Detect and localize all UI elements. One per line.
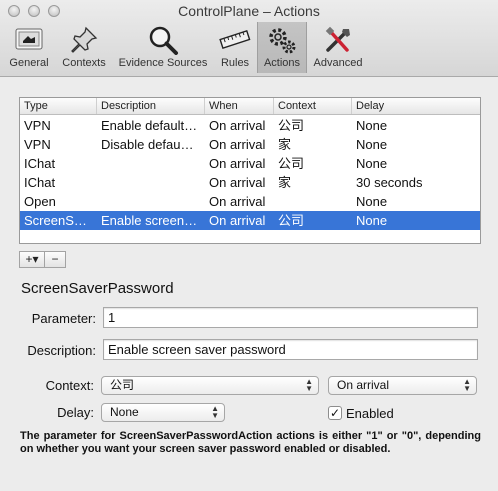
toolbar-contexts[interactable]: Contexts	[58, 22, 110, 73]
column-header-description[interactable]: Description	[97, 98, 205, 114]
toolbar-evidence-label: Evidence Sources	[118, 57, 208, 69]
preferences-window: ControlPlane – Actions General Contexts	[0, 0, 498, 491]
toolbar-general[interactable]: General	[6, 22, 52, 73]
cell-context	[274, 192, 352, 211]
cell-type: ScreenS…	[24, 213, 87, 228]
description-field[interactable]: Enable screen saver password	[103, 339, 478, 360]
cell-context: 家	[278, 137, 292, 152]
pushpin-icon	[71, 26, 98, 53]
cell-context: 家	[278, 175, 292, 190]
context-popup-value: 公司	[110, 378, 135, 392]
cell-type: VPN	[24, 118, 51, 133]
cell-delay: 30 seconds	[356, 175, 423, 190]
add-action-button[interactable]: +▾	[19, 251, 44, 268]
preferences-toolbar: General Contexts Evidence Sources Rules …	[0, 22, 498, 74]
cell-description	[97, 192, 205, 211]
when-popup[interactable]: On arrival ▲ ▼	[328, 376, 477, 395]
toolbar-rules-label: Rules	[220, 57, 250, 69]
cell-when: On arrival	[209, 213, 266, 228]
enabled-label[interactable]: Enabled	[346, 406, 394, 421]
magnifying-glass-icon	[149, 26, 178, 55]
cell-description	[97, 173, 205, 192]
cell-description: Enable default…	[101, 118, 198, 133]
toolbar-advanced-label: Advanced	[313, 57, 363, 69]
action-detail-title: ScreenSaverPassword	[21, 280, 174, 297]
table-row[interactable]: Open On arrival None	[20, 192, 480, 211]
add-remove-buttons: +▾ −	[19, 251, 66, 268]
parameter-label: Parameter:	[31, 311, 96, 326]
delay-popup-value: None	[110, 405, 139, 419]
delay-label: Delay:	[57, 405, 94, 420]
column-header-context[interactable]: Context	[274, 98, 352, 114]
cell-type: VPN	[24, 137, 51, 152]
cell-delay: None	[356, 213, 388, 228]
enabled-checkbox[interactable]: ✓	[328, 406, 342, 420]
toolbar-actions[interactable]: Actions	[257, 22, 307, 73]
tools-icon	[325, 26, 350, 52]
remove-action-button[interactable]: −	[44, 251, 66, 268]
cell-when: On arrival	[209, 175, 266, 190]
column-header-when[interactable]: When	[205, 98, 274, 114]
cell-description	[97, 154, 205, 173]
toolbar-advanced[interactable]: Advanced	[310, 22, 366, 73]
description-label: Description:	[27, 343, 96, 358]
cell-when: On arrival	[209, 194, 266, 209]
cell-when: On arrival	[209, 156, 266, 171]
cell-delay: None	[356, 194, 388, 209]
context-label: Context:	[45, 378, 94, 393]
delay-popup[interactable]: None ▲ ▼	[101, 403, 225, 422]
updown-arrows-icon: ▲ ▼	[211, 404, 219, 420]
cell-delay: None	[356, 137, 388, 152]
cell-context: 公司	[278, 156, 305, 171]
cell-delay: None	[356, 118, 388, 133]
toolbar-contexts-label: Contexts	[62, 57, 106, 69]
toolbar-actions-label: Actions	[263, 57, 301, 69]
table-row[interactable]: VPN Enable default… On arrival 公司 None	[20, 116, 480, 135]
ruler-icon	[219, 30, 251, 50]
cell-description: Enable screen…	[101, 213, 198, 228]
cell-context: 公司	[278, 213, 305, 228]
column-header-delay[interactable]: Delay	[352, 98, 480, 114]
parameter-field[interactable]: 1	[103, 307, 478, 328]
when-popup-value: On arrival	[337, 378, 390, 392]
context-popup[interactable]: 公司 ▲ ▼	[101, 376, 319, 395]
table-header: Type Description When Context Delay	[20, 98, 480, 115]
cell-type: Open	[24, 194, 56, 209]
cell-type: IChat	[24, 175, 56, 190]
cell-when: On arrival	[209, 137, 266, 152]
toolbar-general-label: General	[9, 57, 49, 69]
column-header-type[interactable]: Type	[20, 98, 97, 114]
cell-context: 公司	[278, 118, 305, 133]
actions-table[interactable]: Type Description When Context Delay VPN …	[19, 97, 481, 244]
cell-delay: None	[356, 156, 388, 171]
table-row-selected[interactable]: ScreenS… Enable screen… On arrival 公司 No…	[20, 211, 480, 230]
table-row[interactable]: VPN Disable defau… On arrival 家 None	[20, 135, 480, 154]
title-toolbar: ControlPlane – Actions General Contexts	[0, 0, 498, 77]
updown-arrows-icon: ▲ ▼	[305, 377, 313, 393]
table-row[interactable]: IChat On arrival 家 30 seconds	[20, 173, 480, 192]
help-text: The parameter for ScreenSaverPasswordAct…	[20, 430, 481, 455]
table-row[interactable]: IChat On arrival 公司 None	[20, 154, 480, 173]
toolbar-rules[interactable]: Rules	[216, 22, 254, 73]
toolbar-evidence-sources[interactable]: Evidence Sources	[115, 22, 211, 73]
updown-arrows-icon: ▲ ▼	[463, 377, 471, 393]
cell-description: Disable defau…	[101, 137, 194, 152]
window-title: ControlPlane – Actions	[178, 3, 320, 19]
general-switch-icon	[15, 28, 43, 50]
gears-icon	[269, 28, 296, 54]
cell-when: On arrival	[209, 118, 266, 133]
cell-type: IChat	[24, 156, 56, 171]
